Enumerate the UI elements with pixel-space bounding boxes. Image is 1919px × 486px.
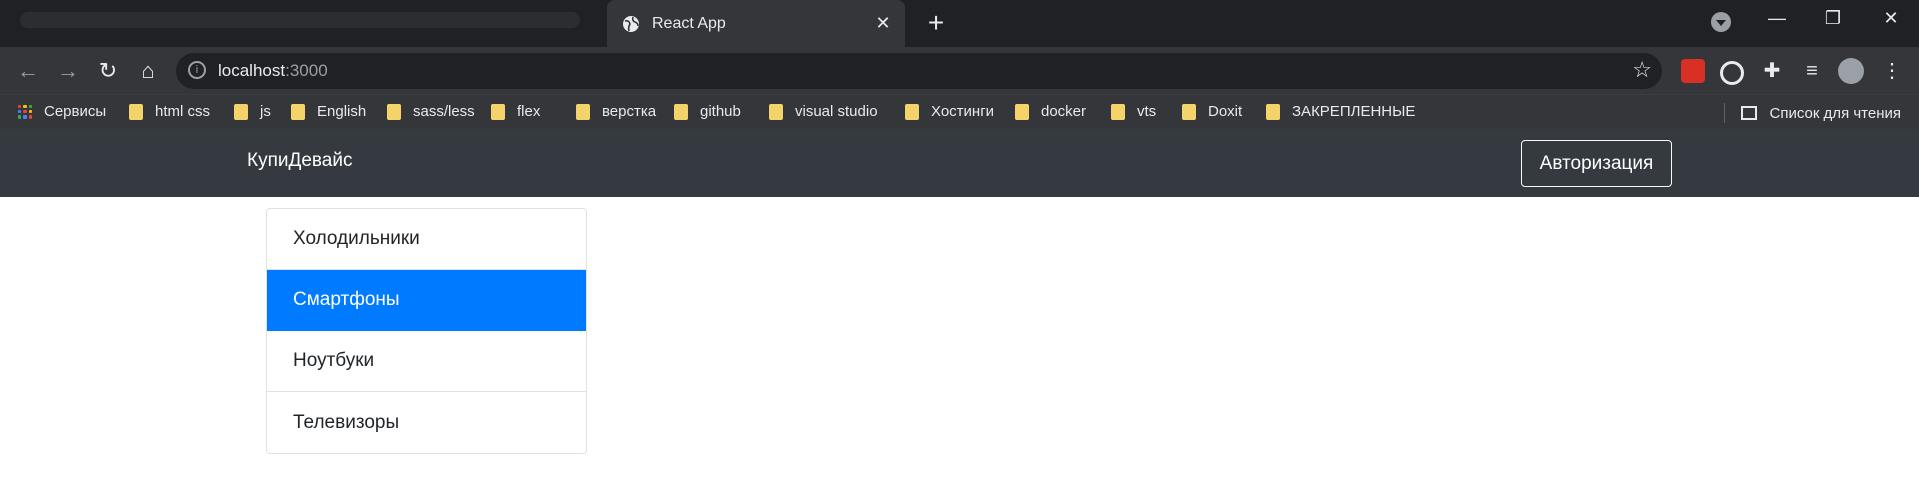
auth-button[interactable]: Авторизация (1521, 140, 1672, 187)
bookmark-item[interactable]: English (291, 103, 366, 120)
bookmark-label: vts (1137, 103, 1157, 120)
reading-list-icon (1741, 106, 1758, 120)
type-item[interactable]: Телевизоры (267, 392, 586, 453)
bookmark-label: English (317, 103, 367, 120)
url-port: :3000 (285, 61, 328, 80)
folder-icon (769, 103, 783, 120)
url-host: localhost (218, 61, 286, 80)
info-icon[interactable]: i (188, 61, 206, 79)
bookmark-item[interactable]: js (234, 103, 271, 120)
minimize-icon[interactable]: — (1762, 8, 1792, 29)
blurred-tab[interactable] (20, 12, 580, 28)
bookmark-item[interactable]: ЗАКРЕПЛЕННЫЕ (1266, 103, 1415, 120)
menu-dots-icon[interactable]: ⋮ (1880, 59, 1904, 83)
bookmark-label: Doxit (1208, 103, 1243, 120)
bookmark-item[interactable]: sass/less (387, 103, 475, 120)
browser-tab-active[interactable]: React App ✕ (607, 0, 905, 47)
type-bar: Холодильники Смартфоны Ноутбуки Телевизоры (266, 208, 587, 454)
type-item[interactable]: Ноутбуки (267, 331, 586, 392)
browser-toolbar: ← → ↻ ⌂ i localhost:3000 ☆ ✚ ≡ ⋮ (0, 47, 1919, 94)
bookmark-label: docker (1041, 103, 1087, 120)
folder-icon (1266, 103, 1280, 120)
type-item[interactable]: Холодильники (267, 209, 586, 270)
bookmark-label: visual studio (795, 103, 878, 120)
bookmark-label: Сервисы (44, 103, 107, 120)
bookmark-item[interactable]: Doxit (1182, 103, 1242, 120)
globe-icon (623, 15, 639, 32)
bookmark-item[interactable]: Хостинги (905, 103, 994, 120)
bookmark-label: github (700, 103, 741, 120)
url-text: localhost:3000 (218, 61, 328, 81)
home-icon[interactable]: ⌂ (134, 57, 162, 85)
folder-icon (491, 103, 505, 120)
folder-icon (129, 103, 143, 120)
brand-logo[interactable]: КупиДевайс (247, 150, 352, 172)
bookmark-item[interactable]: верстка (576, 103, 656, 120)
bookmark-label: sass/less (413, 103, 475, 120)
media-control-icon[interactable]: ≡ (1800, 59, 1824, 83)
bookmark-item[interactable]: github (674, 103, 741, 120)
back-arrow-icon[interactable]: ← (14, 57, 42, 85)
folder-icon (905, 103, 919, 120)
bookmark-item[interactable]: vts (1111, 103, 1156, 120)
type-item[interactable]: Смартфоны (267, 270, 586, 331)
folder-icon (387, 103, 401, 120)
bookmark-label: ЗАКРЕПЛЕННЫЕ (1292, 103, 1416, 120)
app-navbar: КупиДевайс Авторизация (0, 129, 1919, 197)
folder-icon (674, 103, 688, 120)
bookmark-item[interactable]: docker (1015, 103, 1086, 120)
bookmarks-bar: Сервисы html css js English sass/less flex вер… (0, 94, 1919, 129)
folder-icon (1111, 103, 1125, 120)
avatar[interactable] (1838, 58, 1864, 84)
tab-search-icon[interactable] (1711, 12, 1731, 32)
divider (1724, 103, 1726, 123)
reading-list-label: Список для чтения (1769, 104, 1901, 122)
bookmark-label: flex (517, 103, 541, 120)
bookmark-label: html css (155, 103, 211, 120)
bookmark-label: верстка (602, 103, 657, 120)
bookmark-item[interactable]: flex (491, 103, 540, 120)
folder-icon (234, 103, 248, 120)
folder-icon (291, 103, 305, 120)
puzzle-icon[interactable]: ✚ (1760, 59, 1784, 83)
main-content: Холодильники Смартфоны Ноутбуки Телевизоры (0, 197, 1919, 486)
extension-red-icon[interactable] (1681, 59, 1705, 83)
reading-list-button[interactable]: Список для чтения (1724, 103, 1901, 123)
close-icon[interactable]: ✕ (873, 13, 893, 33)
folder-icon (576, 103, 590, 120)
address-bar[interactable]: i localhost:3000 ☆ (176, 53, 1662, 89)
plus-icon[interactable]: + (922, 9, 950, 37)
bookmark-label: js (260, 103, 271, 120)
folder-icon (1015, 103, 1029, 120)
bookmark-item[interactable]: html css (129, 103, 210, 120)
restore-icon[interactable]: ❐ (1818, 8, 1848, 29)
bookmark-item[interactable]: visual studio (769, 103, 878, 120)
folder-icon (1182, 103, 1196, 120)
tab-title: React App (652, 14, 726, 32)
star-icon[interactable]: ☆ (1632, 57, 1652, 83)
forward-arrow-icon[interactable]: → (54, 57, 82, 85)
reload-icon[interactable]: ↻ (94, 57, 122, 85)
bookmark-label: Хостинги (931, 103, 995, 120)
browser-tab-strip: React App ✕ + — ❐ ✕ (0, 0, 1919, 47)
extension-target-icon[interactable] (1720, 61, 1744, 85)
apps-grid-icon (18, 104, 32, 119)
close-window-icon[interactable]: ✕ (1876, 8, 1906, 29)
bookmark-item[interactable]: Сервисы (18, 103, 106, 120)
